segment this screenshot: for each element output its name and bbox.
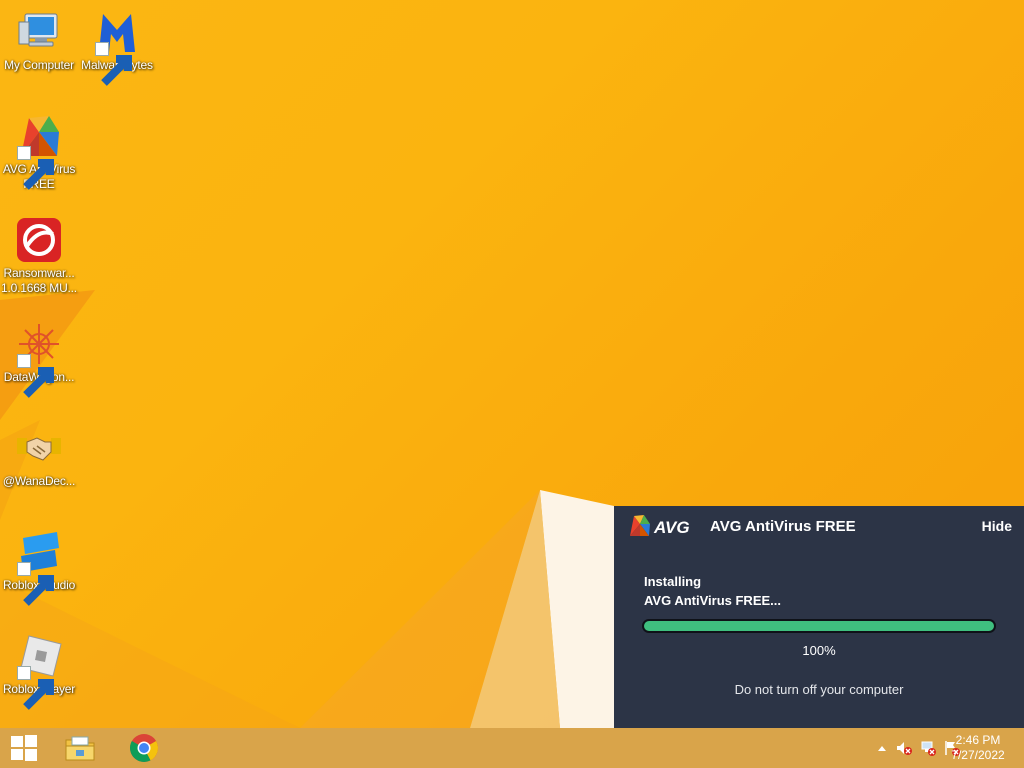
desktop-icon-datawagon[interactable]: DataWagon... [0, 320, 78, 398]
install-progress-bar [642, 619, 996, 633]
ransomware-tool-icon [15, 216, 63, 264]
clock-time: 2:46 PM [955, 733, 1001, 747]
shortcut-arrow-icon [17, 354, 54, 398]
desktop-icon-ransomware-tool[interactable]: Ransomwar... 1.0.1668 MU... [0, 216, 78, 296]
taskbar-file-explorer[interactable] [56, 728, 104, 768]
computer-icon [15, 8, 63, 56]
datawagon-icon [15, 320, 63, 398]
install-progress-percent: 100% [802, 643, 836, 658]
desktop-icon-avg[interactable]: AVG AntiVirus FREE [0, 112, 78, 192]
clock-date: 7/27/2022 [951, 748, 1005, 762]
desktop-icon-label: @WanaDec... [2, 474, 76, 488]
avg-logo-text: AVG [653, 518, 690, 537]
volume-muted-icon[interactable] [896, 740, 912, 756]
shortcut-arrow-icon [17, 666, 54, 710]
system-tray: 2:46 PM 7/27/2022 [824, 728, 1024, 768]
roblox-studio-icon [15, 528, 63, 606]
avg-panel-title: AVG AntiVirus FREE [710, 518, 856, 535]
install-status-line-2: AVG AntiVirus FREE... [644, 593, 782, 608]
avg-install-panel: AVG AVG AntiVirus FREE Hide Installing A… [614, 506, 1024, 728]
handshake-icon [15, 424, 63, 472]
shortcut-arrow-icon [17, 562, 54, 606]
taskbar: 2:46 PM 7/27/2022 [0, 728, 1024, 768]
desktop-icon-wanadec[interactable]: @WanaDec... [0, 424, 78, 489]
file-explorer-icon [64, 734, 96, 762]
desktop-icon-label: Ransomwar... 1.0.1668 MU... [1, 266, 77, 295]
avg-icon [15, 112, 63, 190]
install-warning-text: Do not turn off your computer [734, 682, 904, 697]
desktop-icon-my-computer[interactable]: My Computer [0, 8, 78, 73]
shortcut-arrow-icon [95, 42, 132, 86]
desktop-icon-roblox-studio[interactable]: Roblox Studio [0, 528, 78, 606]
taskbar-chrome[interactable] [120, 728, 168, 768]
desktop-icon-roblox-player[interactable]: Roblox Player [0, 632, 78, 710]
shortcut-arrow-icon [17, 146, 54, 190]
show-hidden-icons-chevron[interactable] [874, 740, 890, 756]
taskbar-clock[interactable]: 2:46 PM 7/27/2022 [948, 733, 1008, 763]
desktop-icon-malwarebytes[interactable]: Malwarebytes [78, 8, 156, 86]
desktop: My Computer Malwarebytes AVG AntiVirus F… [0, 0, 1024, 728]
install-progress-fill [644, 621, 994, 631]
malwarebytes-icon [93, 8, 141, 86]
avg-logo: AVG [630, 514, 694, 538]
hide-button[interactable]: Hide [982, 518, 1012, 534]
start-button[interactable] [0, 728, 48, 768]
network-error-icon[interactable] [920, 740, 936, 756]
windows-logo-icon [10, 734, 38, 762]
chrome-icon [129, 733, 159, 763]
install-status-line-1: Installing [644, 574, 702, 589]
desktop-icon-label: My Computer [4, 58, 74, 72]
roblox-player-icon [15, 632, 63, 710]
